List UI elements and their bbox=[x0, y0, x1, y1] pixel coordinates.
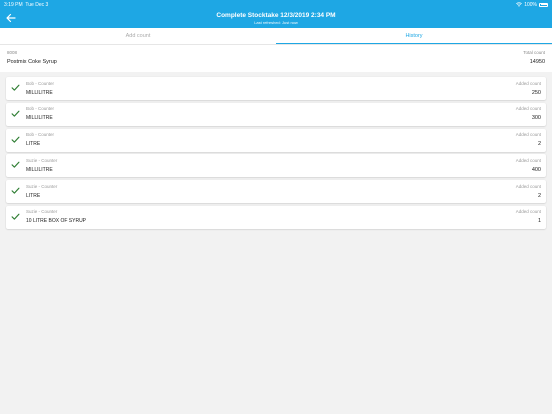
added-count-value: 250 bbox=[531, 89, 541, 96]
added-count-label: Added count bbox=[515, 157, 541, 163]
counter-name: Bob - Counter bbox=[26, 106, 55, 112]
battery-percent: 100% bbox=[524, 1, 537, 8]
status-date: Tue Dec 3 bbox=[25, 1, 49, 8]
unit-name: MILLILITRE bbox=[26, 89, 53, 96]
added-count-value: 1 bbox=[537, 218, 541, 225]
added-count-label: Added count bbox=[515, 132, 541, 138]
checkmark-icon bbox=[11, 187, 20, 194]
product-code: 8008 bbox=[7, 50, 18, 55]
total-count-label: Total count bbox=[523, 50, 545, 55]
history-row[interactable]: Bob - Counter MILLILITRE Added count 250 bbox=[6, 77, 546, 100]
battery-icon bbox=[539, 2, 548, 7]
checkmark-icon bbox=[11, 162, 20, 169]
counter-name: Bob - Counter bbox=[26, 132, 55, 138]
checkmark-icon bbox=[11, 213, 20, 220]
tab-bar: Add count History bbox=[0, 28, 552, 45]
unit-name: 10 LITRE BOX OF SYRUP bbox=[26, 218, 87, 225]
status-right: 100% bbox=[516, 2, 548, 8]
total-count-value: 14950 bbox=[529, 59, 545, 65]
history-row[interactable]: Bob - Counter MILLILITRE Added count 300 bbox=[6, 102, 546, 126]
unit-name: MILLILITRE bbox=[26, 115, 53, 122]
counter-name: Bob - Counter bbox=[26, 80, 55, 86]
history-row[interactable]: Suzie - Counter MILLILITRE Added count 400 bbox=[6, 154, 546, 178]
status-bar: 3:19 PM Tue Dec 3 100% bbox=[0, 0, 552, 9]
checkmark-icon bbox=[11, 110, 20, 117]
history-row[interactable]: Bob - Counter LITRE Added count 2 bbox=[6, 128, 546, 152]
counter-name: Suzie - Counter bbox=[26, 157, 58, 163]
added-count-value: 2 bbox=[537, 192, 541, 199]
checkmark-icon bbox=[11, 84, 20, 91]
page-title: Complete Stocktake 12/3/2019 2:34 PM bbox=[216, 12, 336, 19]
counter-name: Suzie - Counter bbox=[26, 183, 58, 189]
unit-name: MILLILITRE bbox=[26, 166, 53, 173]
nav-bar: Complete Stocktake 12/3/2019 2:34 PM Las… bbox=[0, 9, 552, 28]
added-count-label: Added count bbox=[515, 183, 541, 189]
last-refreshed: Last refreshed: Just now bbox=[254, 20, 298, 25]
checkmark-icon bbox=[11, 136, 20, 143]
status-time: 3:19 PM bbox=[4, 1, 23, 8]
added-count-label: Added count bbox=[515, 106, 541, 112]
unit-name: LITRE bbox=[26, 141, 41, 148]
status-time-date: 3:19 PM Tue Dec 3 bbox=[4, 2, 48, 8]
product-summary: 8008 Postmix Coke Syrup Total count 1495… bbox=[0, 45, 552, 72]
added-count-value: 2 bbox=[537, 141, 541, 148]
added-count-label: Added count bbox=[515, 80, 541, 86]
tab-add-count[interactable]: Add count bbox=[0, 28, 276, 44]
added-count-value: 300 bbox=[531, 115, 541, 122]
tab-history[interactable]: History bbox=[276, 28, 552, 44]
history-list: Bob - Counter MILLILITRE Added count 250 Bob… bbox=[6, 77, 546, 232]
added-count-label: Added count bbox=[515, 209, 541, 215]
history-row[interactable]: Suzie - Counter LITRE Added count 2 bbox=[6, 180, 546, 204]
added-count-value: 400 bbox=[531, 166, 541, 173]
wifi-icon bbox=[516, 2, 523, 7]
unit-name: LITRE bbox=[26, 192, 41, 199]
product-name: Postmix Coke Syrup bbox=[7, 59, 57, 65]
history-row[interactable]: Suzie - Counter 10 LITRE BOX OF SYRUP Adde… bbox=[6, 205, 546, 229]
counter-name: Suzie - Counter bbox=[26, 209, 58, 215]
